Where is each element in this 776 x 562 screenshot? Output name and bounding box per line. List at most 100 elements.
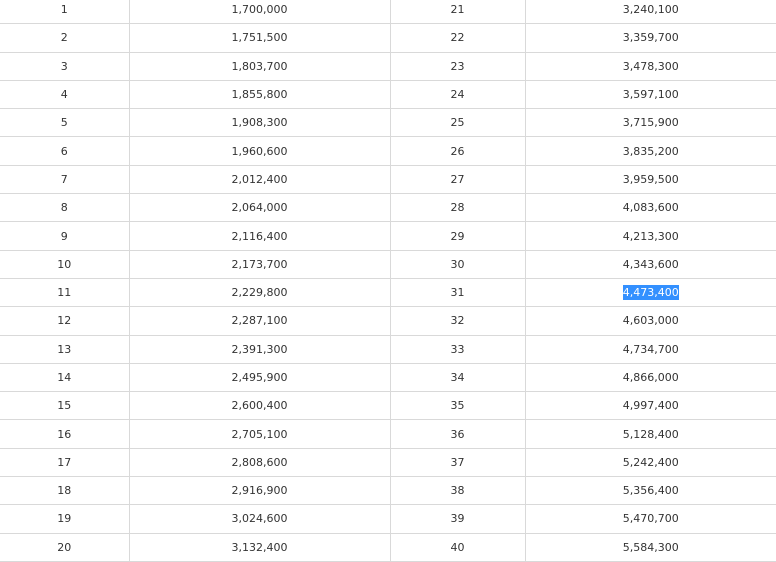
- row-number-right: 21: [450, 3, 465, 17]
- row-value-right: 5,128,400: [622, 427, 679, 441]
- row-value-right-cell: 3,835,200: [525, 136, 776, 166]
- table-row: 10 2,173,700 30 4,343,600: [0, 250, 776, 279]
- row-value-right: 3,715,900: [622, 116, 679, 130]
- row-value-left: 2,705,100: [231, 427, 288, 441]
- row-number-left-cell: 14: [0, 363, 130, 393]
- row-number-right-cell: 37: [390, 448, 526, 478]
- row-number-right-cell: 27: [390, 165, 526, 195]
- row-value-left-cell: 2,012,400: [129, 165, 391, 195]
- row-number-right: 32: [450, 314, 465, 328]
- row-number-left: 11: [57, 286, 72, 300]
- row-value-left-cell: 2,495,900: [129, 363, 391, 393]
- table-row: 3 1,803,700 23 3,478,300: [0, 52, 776, 81]
- row-value-right: 4,603,000: [622, 314, 679, 328]
- row-value-left-cell: 2,391,300: [129, 335, 391, 364]
- selected-text: 4,473,400: [622, 285, 679, 301]
- row-value-left: 2,600,400: [231, 399, 288, 413]
- table-row: 9 2,116,400 29 4,213,300: [0, 221, 776, 251]
- row-number-right: 37: [450, 455, 465, 469]
- row-number-right-cell: 22: [390, 23, 526, 53]
- row-value-left: 2,229,800: [231, 286, 288, 300]
- row-number-right-cell: 31: [390, 278, 526, 308]
- row-number-left: 7: [60, 172, 68, 186]
- row-value-left: 3,132,400: [231, 540, 288, 554]
- row-value-right-cell: 4,343,600: [525, 250, 776, 279]
- table-row: 4 1,855,800 24 3,597,100: [0, 80, 776, 110]
- table-row: 18 2,916,900 38 5,356,400: [0, 476, 776, 506]
- row-value-right-cell: 4,213,300: [525, 221, 776, 251]
- row-value-right-cell: 5,128,400: [525, 419, 776, 449]
- table-row: 8 2,064,000 28 4,083,600: [0, 193, 776, 223]
- row-value-left-cell: 1,908,300: [129, 108, 391, 138]
- row-number-right: 39: [450, 512, 465, 526]
- row-number-right: 35: [450, 399, 465, 413]
- row-value-right-cell: 4,866,000: [525, 363, 776, 393]
- row-number-left: 12: [57, 314, 72, 328]
- table-row: 14 2,495,900 34 4,866,000: [0, 363, 776, 393]
- row-value-left-cell: 2,229,800: [129, 278, 391, 308]
- row-value-left: 1,751,500: [231, 31, 288, 45]
- row-value-left-cell: 2,705,100: [129, 419, 391, 449]
- row-number-left: 18: [57, 484, 72, 498]
- row-number-right: 23: [450, 59, 465, 73]
- row-number-left-cell: 13: [0, 335, 130, 364]
- row-value-right-cell: 3,359,700: [525, 23, 776, 53]
- row-number-right: 24: [450, 88, 465, 102]
- row-number-left-cell: 19: [0, 504, 130, 534]
- row-value-right: 3,835,200: [622, 144, 679, 158]
- row-value-left: 2,495,900: [231, 371, 288, 384]
- table-row: 16 2,705,100 36 5,128,400: [0, 419, 776, 449]
- row-value-left-cell: 2,173,700: [129, 250, 391, 279]
- row-number-left: 6: [60, 144, 68, 158]
- row-number-left-cell: 12: [0, 306, 130, 336]
- row-number-left: 5: [60, 116, 68, 130]
- table-row: 19 3,024,600 39 5,470,700: [0, 504, 776, 534]
- row-value-left: 2,916,900: [231, 484, 288, 498]
- row-value-right-cell: 3,240,100: [525, 0, 776, 25]
- row-number-left-cell: 20: [0, 533, 130, 562]
- row-value-right: 3,240,100: [622, 3, 679, 17]
- row-number-left-cell: 15: [0, 391, 130, 421]
- row-number-right: 40: [450, 540, 465, 554]
- row-number-left: 8: [60, 201, 68, 215]
- row-value-right-cell: 5,470,700: [525, 504, 776, 534]
- row-number-right: 28: [450, 201, 465, 215]
- row-value-right-cell: 5,356,400: [525, 476, 776, 506]
- row-number-left: 1: [60, 3, 68, 17]
- table-row: 5 1,908,300 25 3,715,900: [0, 108, 776, 138]
- row-value-right-cell: 5,584,300: [525, 533, 776, 562]
- row-value-left: 2,173,700: [231, 257, 288, 271]
- row-value-left: 1,855,800: [231, 88, 288, 102]
- row-number-right-cell: 26: [390, 136, 526, 166]
- row-number-right-cell: 32: [390, 306, 526, 336]
- row-value-right-cell: 4,997,400: [525, 391, 776, 421]
- table-row: 7 2,012,400 27 3,959,500: [0, 165, 776, 195]
- row-number-right: 34: [450, 371, 465, 384]
- row-number-left-cell: 8: [0, 193, 130, 223]
- table-row: 2 1,751,500 22 3,359,700: [0, 23, 776, 53]
- row-value-left-cell: 2,600,400: [129, 391, 391, 421]
- row-value-left-cell: 1,960,600: [129, 136, 391, 166]
- row-value-left-cell: 2,808,600: [129, 448, 391, 478]
- row-number-right-cell: 29: [390, 221, 526, 251]
- row-value-right-cell: 4,603,000: [525, 306, 776, 336]
- row-value-left: 2,287,100: [231, 314, 288, 328]
- row-number-left-cell: 11: [0, 278, 130, 308]
- row-number-left: 19: [57, 512, 72, 526]
- row-value-right: 4,997,400: [622, 399, 679, 413]
- row-number-left-cell: 1: [0, 0, 130, 25]
- table-row: 12 2,287,100 32 4,603,000: [0, 306, 776, 336]
- row-number-left-cell: 6: [0, 136, 130, 166]
- row-value-right: 4,343,600: [622, 257, 679, 271]
- row-number-left-cell: 9: [0, 221, 130, 251]
- table-row: 15 2,600,400 35 4,997,400: [0, 391, 776, 421]
- row-number-left: 17: [57, 455, 72, 469]
- row-value-left-cell: 2,287,100: [129, 306, 391, 336]
- table-row: 17 2,808,600 37 5,242,400: [0, 448, 776, 478]
- row-number-left-cell: 7: [0, 165, 130, 195]
- row-value-left-cell: 1,803,700: [129, 52, 391, 81]
- row-number-right: 30: [450, 257, 465, 271]
- row-value-right-cell: 3,959,500: [525, 165, 776, 195]
- row-value-left-cell: 2,064,000: [129, 193, 391, 223]
- row-value-right: 3,359,700: [622, 31, 679, 45]
